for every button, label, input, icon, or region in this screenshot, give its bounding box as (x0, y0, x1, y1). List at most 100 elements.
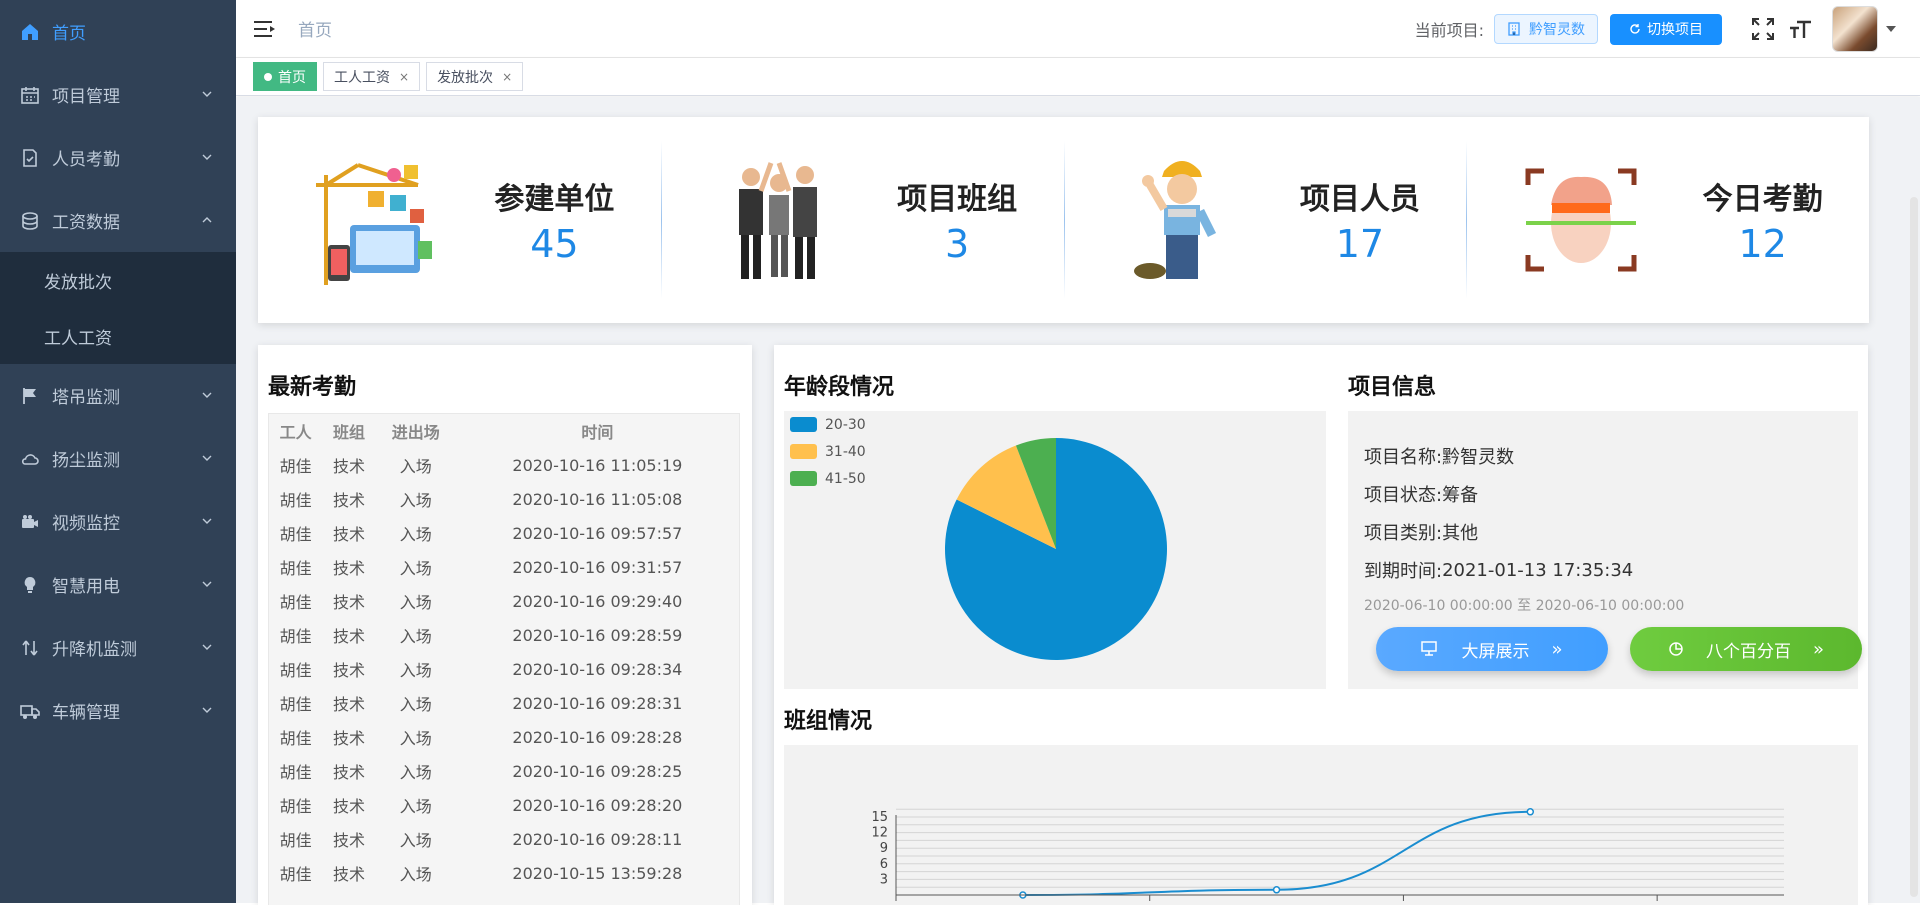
table-row[interactable]: 胡佳技术入场2020-10-15 13:59:28 (269, 856, 739, 890)
table-cell: 2020-10-16 09:29:40 (456, 584, 739, 618)
sidebar-item-7[interactable]: 智慧用电 (0, 553, 236, 616)
team-title: 班组情况 (784, 703, 872, 735)
team-line-chart: 3691215 (784, 745, 1858, 905)
tag-worker-wage[interactable]: 工人工资× (323, 62, 420, 91)
eight-hundred-button[interactable]: 八个百分百 » (1630, 627, 1862, 671)
data-point[interactable] (1274, 887, 1280, 893)
sidebar-item-1[interactable]: 项目管理 (0, 63, 236, 126)
current-project-name: 黔智灵数 (1529, 19, 1585, 39)
table-row[interactable]: 胡佳技术入场2020-10-16 09:28:11 (269, 822, 739, 856)
truck-icon (20, 701, 40, 721)
sidebar-item-9[interactable]: 车辆管理 (0, 679, 236, 742)
y-tick-label: 12 (871, 826, 888, 841)
info-value: 筹备 (1442, 481, 1478, 507)
data-point[interactable] (1527, 809, 1533, 815)
sidebar-item-4[interactable]: 塔吊监测 (0, 364, 236, 427)
table-row[interactable]: 胡佳技术入场2020-10-16 09:28:31 (269, 686, 739, 720)
hamburger-icon[interactable] (254, 19, 276, 39)
attendance-card: 最新考勤 工人班组进出场时间 胡佳技术入场2020-10-16 11:05:19… (258, 345, 752, 905)
y-tick-label: 3 (880, 872, 888, 887)
sidebar-item-label: 升降机监测 (52, 635, 137, 660)
tag-label: 首页 (278, 67, 306, 87)
elevator-icon (20, 638, 40, 658)
double-chevron-right-icon: » (1813, 639, 1824, 660)
sidebar-item-8[interactable]: 升降机监测 (0, 616, 236, 679)
age-title: 年龄段情况 (784, 369, 894, 401)
table-row[interactable]: 胡佳技术入场2020-10-16 09:28:25 (269, 754, 739, 788)
project-info-line: 到期时间:2021-01-13 17:35:34 (1364, 551, 1842, 589)
sidebar-item-0[interactable]: 首页 (0, 0, 236, 63)
breadcrumb[interactable]: 首页 (298, 16, 332, 41)
sidebar-item-2[interactable]: 人员考勤 (0, 126, 236, 189)
info-key: 项目类别: (1364, 519, 1442, 545)
table-cell: 技术 (322, 584, 375, 618)
double-chevron-right-icon: » (1551, 639, 1562, 660)
main-content: 参建单位 45 项目班组 3 项目人员 (236, 97, 1920, 903)
chevron-up-icon (200, 213, 214, 227)
current-project-label: 当前项目: (1415, 17, 1484, 41)
current-project-tag[interactable]: 黔智灵数 (1494, 14, 1598, 44)
table-cell: 胡佳 (269, 686, 322, 720)
sidebar-item-6[interactable]: 视频监控 (0, 490, 236, 553)
table-row[interactable]: 胡佳技术入场2020-10-16 09:29:40 (269, 584, 739, 618)
close-icon[interactable]: × (399, 70, 409, 84)
table-cell: 技术 (322, 788, 375, 822)
table-cell: 技术 (322, 550, 375, 584)
page-scrollbar[interactable] (1910, 197, 1918, 897)
column-header: 时间 (456, 414, 739, 448)
sidebar-item-3[interactable]: 工资数据 (0, 189, 236, 252)
big-screen-button[interactable]: 大屏展示 » (1376, 627, 1608, 671)
sidebar-item-label: 智慧用电 (52, 572, 120, 597)
submenu-item[interactable]: 发放批次 (0, 252, 236, 308)
table-cell: 胡佳 (269, 584, 322, 618)
chevron-down-icon (200, 150, 214, 164)
close-icon[interactable]: × (502, 70, 512, 84)
table-row[interactable]: 胡佳技术入场2020-10-16 09:31:57 (269, 550, 739, 584)
table-cell: 胡佳 (269, 448, 322, 482)
table-cell: 入场 (376, 550, 456, 584)
stat-label: 项目班组 (851, 174, 1064, 218)
project-info-lines: 项目名称:黔智灵数项目状态:筹备项目类别:其他到期时间:2021-01-13 1… (1364, 437, 1842, 589)
chevron-down-icon (200, 451, 214, 465)
table-row[interactable]: 胡佳技术入场2020-10-16 11:05:19 (269, 448, 739, 482)
project-info-line: 项目名称:黔智灵数 (1364, 437, 1842, 475)
chevron-down-icon (200, 514, 214, 528)
table-header-row: 工人班组进出场时间 (269, 414, 739, 448)
table-row[interactable]: 胡佳技术入场2020-10-16 11:05:08 (269, 482, 739, 516)
stat-text: 项目班组 3 (851, 174, 1064, 266)
table-cell: 入场 (376, 822, 456, 856)
table-cell: 2020-10-16 09:28:11 (456, 822, 739, 856)
info-value: 其他 (1442, 519, 1478, 545)
submenu-item[interactable]: 工人工资 (0, 308, 236, 364)
check-doc-icon (20, 148, 40, 168)
user-avatar[interactable] (1832, 6, 1878, 52)
table-row[interactable]: 胡佳技术入场2020-10-16 09:28:20 (269, 788, 739, 822)
table-cell: 入场 (376, 788, 456, 822)
tag-home[interactable]: 首页 (253, 62, 317, 91)
fullscreen-icon[interactable] (1750, 16, 1776, 42)
table-cell: 技术 (322, 754, 375, 788)
header-right: 当前项目: 黔智灵数 切换项目 (1415, 0, 1920, 58)
chevron-down-icon (200, 87, 214, 101)
table-cell: 2020-10-16 09:28:59 (456, 618, 739, 652)
table-row[interactable]: 胡佳技术入场2020-10-16 09:28:59 (269, 618, 739, 652)
avatar-dropdown-caret-icon[interactable] (1886, 26, 1896, 32)
sidebar-item-label: 车辆管理 (52, 698, 120, 723)
sidebar-item-5[interactable]: 扬尘监测 (0, 427, 236, 490)
switch-project-button[interactable]: 切换项目 (1610, 14, 1722, 45)
table-row[interactable]: 胡佳技术入场2020-10-16 09:28:34 (269, 652, 739, 686)
tag-label: 发放批次 (437, 67, 493, 87)
stat-teams: 项目班组 3 (661, 117, 1064, 323)
tag-payout-batch[interactable]: 发放批次 × (426, 62, 523, 91)
table-cell: 2020-10-16 09:31:57 (456, 550, 739, 584)
eight-hundred-label: 八个百分百 (1706, 637, 1791, 662)
column-header: 工人 (269, 414, 322, 448)
table-cell: 2020-10-16 09:28:31 (456, 686, 739, 720)
table-row[interactable]: 胡佳技术入场2020-10-16 09:57:57 (269, 516, 739, 550)
table-row[interactable]: 胡佳技术入场2020-10-16 09:28:28 (269, 720, 739, 754)
font-size-icon[interactable] (1788, 16, 1814, 42)
cloud-icon (20, 449, 40, 469)
stat-value: 17 (1254, 222, 1467, 266)
team-illustration-icon (701, 145, 851, 295)
y-tick-label: 6 (880, 857, 888, 872)
